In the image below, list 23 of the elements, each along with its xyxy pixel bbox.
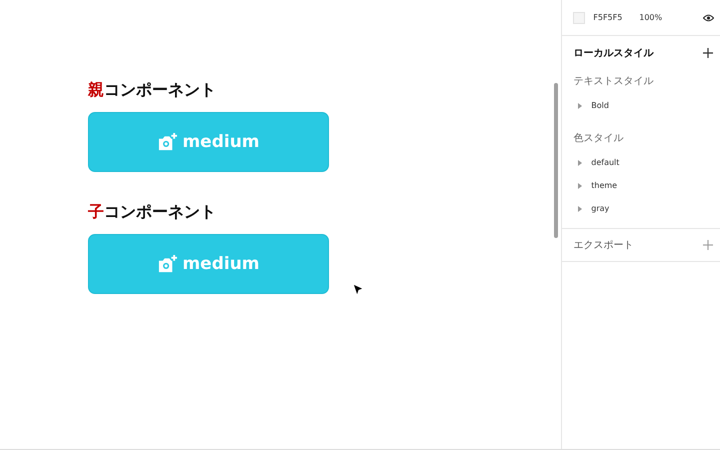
expand-arrow-icon[interactable] (578, 102, 582, 108)
expand-arrow-icon[interactable] (578, 182, 582, 188)
camera-plus-icon (157, 254, 178, 274)
group-title: テキストスタイル (572, 75, 654, 88)
section-title: ローカルスタイル (573, 47, 654, 60)
section-title: エクスポート (573, 239, 634, 252)
eye-icon[interactable] (703, 14, 714, 22)
component-heading: 親コンポーネント (88, 80, 217, 101)
opacity-value[interactable]: 100% (639, 13, 703, 22)
style-item[interactable]: theme (562, 174, 720, 197)
component-heading: 子コンポーネント (88, 202, 217, 223)
expand-arrow-icon[interactable] (578, 206, 582, 212)
style-item[interactable]: default (562, 151, 720, 174)
scrollbar[interactable] (554, 83, 558, 238)
hex-value[interactable]: F5F5F5 (593, 13, 640, 22)
style-item[interactable]: Bold (562, 94, 720, 117)
expand-arrow-icon[interactable] (578, 160, 582, 166)
pointer-cursor-icon (353, 284, 364, 295)
plus-icon[interactable] (703, 48, 713, 58)
color-swatch[interactable] (573, 12, 586, 24)
group-title: 色スタイル (572, 132, 624, 145)
camera-plus-icon (157, 132, 178, 152)
style-item[interactable]: gray (562, 197, 720, 220)
